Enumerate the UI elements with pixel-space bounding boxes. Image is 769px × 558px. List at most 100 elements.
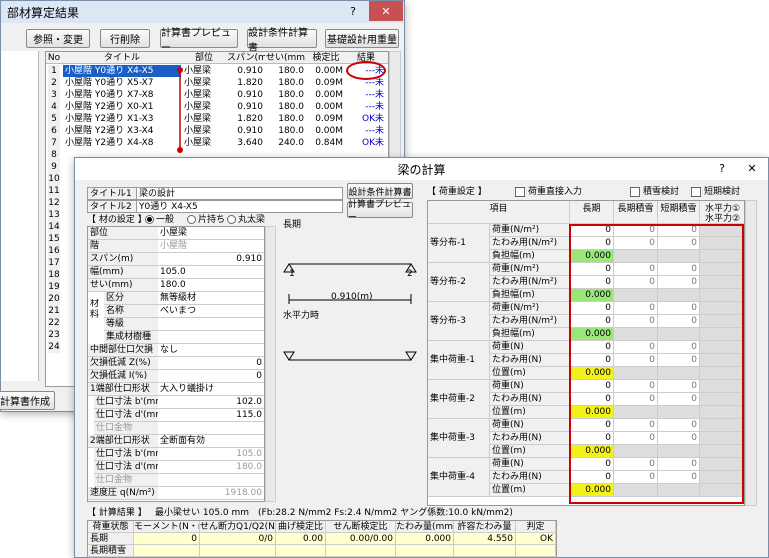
prop-value[interactable] — [158, 253, 218, 266]
prop-number[interactable]: 0 — [214, 357, 264, 370]
prop-number[interactable]: 0 — [214, 370, 264, 383]
prop-value[interactable] — [158, 409, 218, 422]
result-header: たわみ量(mm) — [396, 521, 454, 533]
prop-value[interactable] — [158, 487, 218, 500]
prop-number[interactable] — [214, 240, 264, 253]
prop-value[interactable] — [158, 396, 218, 409]
load-group-label: 集中荷重-4 — [428, 458, 490, 497]
prop-label: 名称 — [104, 305, 158, 318]
support-right-horiz-icon — [405, 351, 417, 361]
input-highlight-box — [569, 224, 744, 504]
dialog-help-button[interactable]: ? — [713, 158, 731, 178]
prop-value[interactable]: 小屋梁 — [158, 227, 218, 240]
prop-label: 1端部仕口形状 — [88, 383, 158, 396]
check-short-box[interactable] — [691, 186, 701, 197]
radio-log-dot[interactable] — [227, 215, 236, 224]
prop-number[interactable] — [214, 474, 264, 487]
result-cell: 4.550 — [454, 533, 516, 545]
prop-value[interactable] — [158, 370, 218, 383]
prop-number[interactable] — [214, 305, 264, 318]
prop-value[interactable]: 105.0 — [158, 266, 218, 279]
prop-value[interactable]: べいまつ — [158, 305, 218, 318]
load-item-label: 位置(m) — [490, 406, 570, 419]
load-header: 水平力① 水平力② — [700, 201, 744, 224]
title2-input[interactable]: Y0通り X4-X5 — [136, 200, 343, 213]
support-left-horiz-icon — [283, 351, 295, 361]
prop-value[interactable]: 大入り蟻掛け — [158, 383, 218, 396]
load-item-label: たわみ用(N/m²) — [490, 276, 570, 289]
result-cell — [134, 545, 200, 557]
prop-value[interactable]: 180.0 — [158, 279, 218, 292]
dialog-preview-button[interactable]: 計算書プレビュー — [347, 200, 413, 223]
prop-number[interactable] — [214, 318, 264, 331]
property-scrollbar[interactable] — [265, 226, 276, 502]
prop-number[interactable] — [214, 266, 264, 279]
prop-number[interactable]: 0.910 — [214, 253, 264, 266]
prop-value[interactable]: なし — [158, 344, 218, 357]
prop-value[interactable] — [158, 461, 218, 474]
check-direct-box[interactable] — [515, 186, 525, 197]
radio-cantilever-dot[interactable] — [187, 215, 196, 224]
check-short[interactable]: 短期検討 — [691, 186, 761, 198]
load-header: 短期積雪 — [658, 201, 700, 224]
result-row-label: 長期積雪 — [88, 545, 134, 557]
prop-number[interactable]: 1918.00 — [214, 487, 264, 500]
prop-label: 階 — [88, 240, 158, 253]
result-header: モーメント(N・m) — [134, 521, 200, 533]
prop-number[interactable] — [214, 292, 264, 305]
result-cell — [200, 545, 276, 557]
title1-input[interactable]: 梁の設計 — [136, 187, 343, 200]
load-item-label: 荷重(N/m²) — [490, 302, 570, 315]
beam-diagram — [283, 263, 417, 304]
prop-number[interactable] — [214, 227, 264, 240]
load-item-label: 位置(m) — [490, 367, 570, 380]
prop-number[interactable] — [214, 383, 264, 396]
result-cell — [326, 545, 396, 557]
radio-general-dot[interactable] — [145, 215, 154, 224]
check-snow-box[interactable] — [630, 186, 640, 197]
prop-number[interactable]: 102.0 — [214, 396, 264, 409]
check-direct-input[interactable]: 荷重直接入力 — [515, 186, 615, 198]
result-cell: 0/0 — [200, 533, 276, 545]
load-item-label: 荷重(N/m²) — [490, 263, 570, 276]
prop-value[interactable] — [158, 422, 218, 435]
prop-number[interactable]: 180.0 — [214, 461, 264, 474]
prop-number[interactable]: 115.0 — [214, 409, 264, 422]
prop-value[interactable] — [158, 448, 218, 461]
result-cell: 0.00 — [276, 533, 326, 545]
property-grid: 部位 小屋梁階小屋階 スパン(m) 0.910 幅(mm) 105.0 せい(mm) 180.… — [87, 226, 265, 502]
load-group-label: 等分布-1 — [428, 224, 490, 263]
load-group-label: 集中荷重-2 — [428, 380, 490, 419]
prop-number[interactable]: 105.0 — [214, 448, 264, 461]
load-label: 【 荷重設定 】 — [427, 187, 487, 197]
prop-number[interactable] — [214, 279, 264, 292]
prop-number[interactable] — [214, 331, 264, 344]
prop-value[interactable] — [158, 474, 218, 487]
dialog-titlebar: 梁の計算 — [75, 158, 768, 180]
load-item-label: たわみ用(N) — [490, 432, 570, 445]
radio-log[interactable]: 丸太梁 — [227, 214, 277, 226]
prop-number[interactable] — [214, 435, 264, 448]
prop-label: せい(mm) — [88, 279, 158, 292]
load-item-label: 負担幅(m) — [490, 250, 570, 263]
prop-number[interactable] — [214, 344, 264, 357]
prop-label: 集成材樹種 — [104, 331, 158, 344]
radio-cantilever-label: 片持ち — [198, 215, 226, 225]
prop-value[interactable] — [158, 357, 218, 370]
prop-number[interactable] — [214, 422, 264, 435]
check-snow[interactable]: 積雪検討 — [630, 186, 690, 198]
result-header: 許容たわみ量 — [454, 521, 516, 533]
prop-value[interactable]: 全断面有効 — [158, 435, 218, 448]
title1-label: タイトル1 — [87, 187, 137, 200]
result-cell — [454, 545, 516, 557]
material-group-label: 材料 — [90, 299, 100, 320]
load-group-label: 等分布-3 — [428, 302, 490, 341]
load-item-label: 負担幅(m) — [490, 289, 570, 302]
prop-value[interactable]: 小屋階 — [158, 240, 218, 253]
load-scrollbar[interactable] — [745, 200, 757, 506]
dialog-close-button[interactable]: ✕ — [737, 158, 767, 178]
prop-value[interactable]: 無等級材 — [158, 292, 218, 305]
prop-value[interactable] — [158, 331, 218, 344]
result-header: 曲げ検定比 — [276, 521, 326, 533]
prop-value[interactable] — [158, 318, 218, 331]
